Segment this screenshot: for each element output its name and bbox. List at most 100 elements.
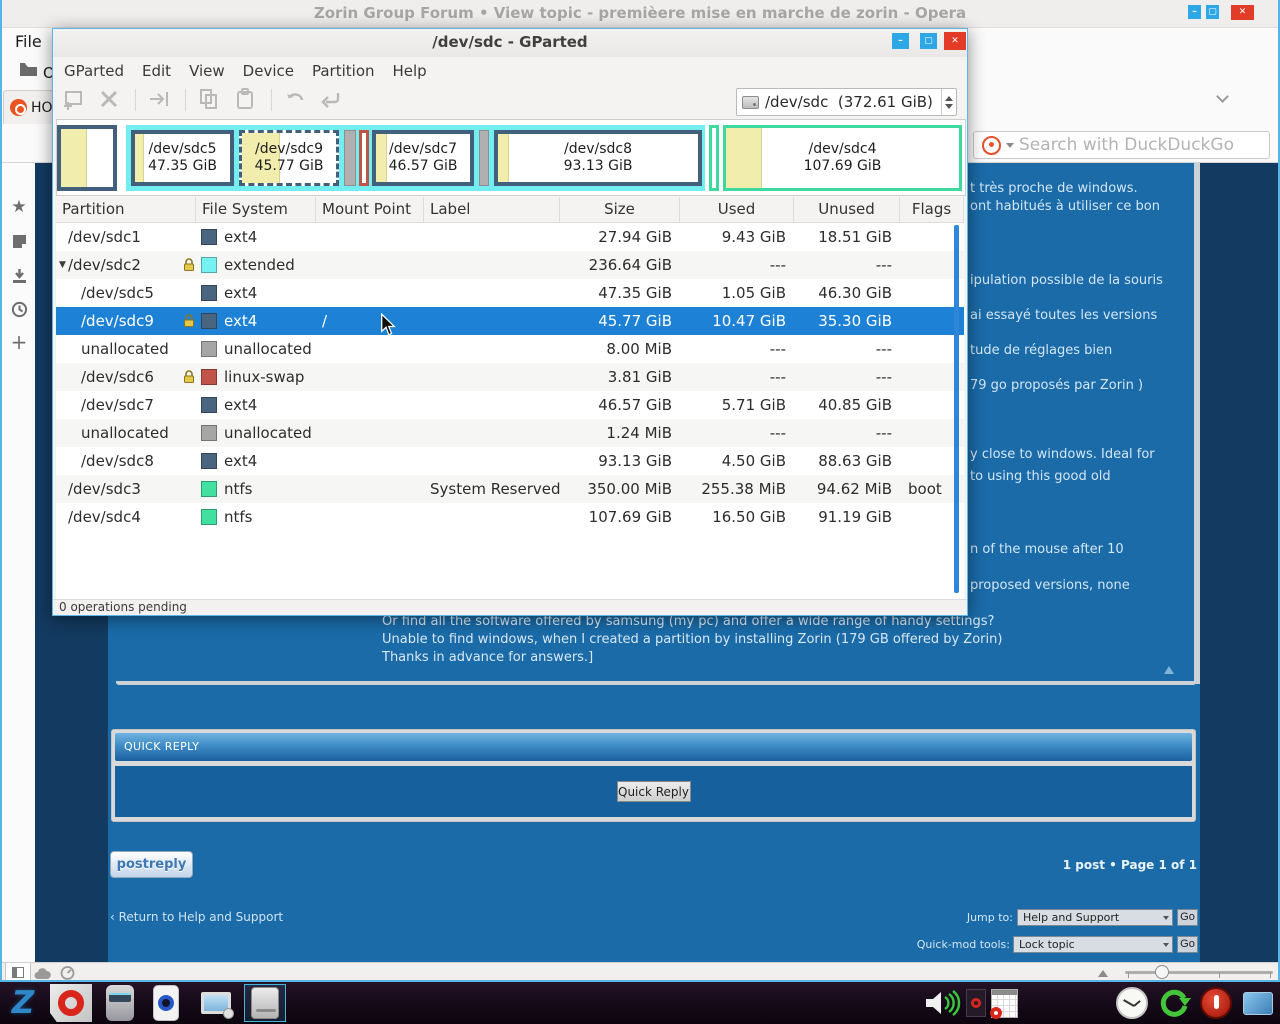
visual-partition-dev-sdc1[interactable] <box>57 125 117 191</box>
add-panel-icon[interactable]: + <box>10 333 28 351</box>
gparted-menu-help[interactable]: Help <box>384 58 436 84</box>
restart-icon <box>1157 986 1191 1020</box>
visual-partition-dev-sdc3[interactable] <box>709 125 719 191</box>
visual-partition-dev-sdc7[interactable]: /dev/sdc746.57 GiB <box>372 130 474 186</box>
filesystem-color-swatch <box>201 285 217 301</box>
opera-maximize-button[interactable]: ▢ <box>1206 5 1219 19</box>
visual-partition-dev-sdc6[interactable] <box>359 130 369 186</box>
visual-partition-dev-sdc4[interactable]: /dev/sdc4107.69 GiB <box>723 125 962 191</box>
table-row-unallocated-7[interactable]: unallocatedunallocated1.24 MiB------ <box>56 419 964 447</box>
taskbar-gparted-button[interactable] <box>244 984 286 1022</box>
jump-to-go-button[interactable]: Go <box>1177 909 1198 926</box>
table-row-dev-sdc5[interactable]: /dev/sdc5ext447.35 GiB1.05 GiB46.30 GiB <box>56 279 964 307</box>
device-spinner[interactable] <box>941 89 956 115</box>
visual-partition-dev-sdc9[interactable]: /dev/sdc945.77 GiB <box>239 130 339 186</box>
downloads-icon[interactable] <box>10 267 28 285</box>
taskbar-volume-button[interactable] <box>922 984 966 1022</box>
table-row-dev-sdc4[interactable]: /dev/sdc4ntfs107.69 GiB16.50 GiB91.19 Gi… <box>56 503 964 531</box>
taskbar-restart-button[interactable] <box>1154 984 1194 1022</box>
opera-file-menu[interactable]: File <box>15 32 42 51</box>
opera-minimize-button[interactable]: – <box>1188 5 1201 19</box>
table-row-dev-sdc2[interactable]: ▼/dev/sdc2extended236.64 GiB------ <box>56 251 964 279</box>
copy-icon[interactable] <box>197 87 223 113</box>
gparted-menu-edit[interactable]: Edit <box>133 58 180 84</box>
table-row-dev-sdc9[interactable]: /dev/sdc9ext4/45.77 GiB10.47 GiB35.30 Gi… <box>56 307 964 335</box>
gparted-titlebar[interactable]: /dev/sdc - GParted – ▢ ✕ <box>53 29 967 57</box>
table-row-dev-sdc7[interactable]: /dev/sdc7ext446.57 GiB5.71 GiB40.85 GiB <box>56 391 964 419</box>
table-scrollbar[interactable] <box>954 225 959 593</box>
return-to-help-link[interactable]: ‹ Return to Help and Support <box>110 910 283 924</box>
resize-move-icon[interactable] <box>147 87 173 113</box>
taskbar-zorin-menu-button[interactable]: Z <box>2 984 44 1022</box>
paste-icon[interactable] <box>233 87 259 113</box>
visual-partition-unallocated-6[interactable] <box>479 130 489 186</box>
gparted-menu-device[interactable]: Device <box>234 58 303 84</box>
forum-fragment-1: ont habitués à utiliser ce bon <box>970 199 1160 214</box>
quick-reply-button[interactable]: Quick Reply <box>617 781 691 802</box>
duckduckgo-icon[interactable] <box>982 136 1001 155</box>
taskbar-opera-button[interactable] <box>50 984 92 1022</box>
taskbar-shutdown-button[interactable] <box>1196 984 1236 1022</box>
column-header-size[interactable]: Size <box>560 197 680 222</box>
table-row-dev-sdc8[interactable]: /dev/sdc8ext493.13 GiB4.50 GiB88.63 GiB <box>56 447 964 475</box>
notes-icon[interactable] <box>10 233 28 251</box>
taskbar-computer-button[interactable] <box>194 984 238 1022</box>
undo-icon[interactable] <box>283 87 309 113</box>
table-row-dev-sdc6[interactable]: /dev/sdc6linux-swap3.81 GiB------ <box>56 363 964 391</box>
quickmod-go-button[interactable]: Go <box>1177 936 1198 953</box>
history-icon[interactable] <box>10 301 28 319</box>
zoom-slider-handle[interactable] <box>1155 965 1169 979</box>
zoom-slider-track[interactable] <box>1125 971 1273 974</box>
delete-partition-icon[interactable] <box>97 87 123 113</box>
filesystem-cell: unallocated <box>196 335 316 363</box>
taskbar-media-player-button[interactable] <box>146 984 186 1022</box>
column-header-flags[interactable]: Flags <box>900 197 964 222</box>
taskbar-calendar-button[interactable] <box>988 984 1020 1022</box>
chevron-down-icon[interactable] <box>1218 92 1228 102</box>
apply-icon[interactable] <box>319 87 345 113</box>
folder-icon[interactable] <box>19 62 38 81</box>
column-header-used[interactable]: Used <box>680 197 794 222</box>
filesystem-color-swatch <box>201 453 217 469</box>
bookmarks-star-icon[interactable]: ★ <box>10 198 28 216</box>
gparted-menu-view[interactable]: View <box>180 58 234 84</box>
search-input[interactable] <box>1019 135 1261 155</box>
column-header-mount-point[interactable]: Mount Point <box>316 197 424 222</box>
opera-close-button[interactable]: ✕ <box>1231 5 1254 20</box>
column-header-partition[interactable]: Partition <box>56 197 196 222</box>
quickmod-select[interactable]: Lock topic <box>1013 936 1173 953</box>
visual-partition-label: /dev/sdc893.13 GiB <box>498 134 698 182</box>
gparted-maximize-button[interactable]: ▢ <box>920 33 937 49</box>
taskbar-clock[interactable] <box>1112 984 1152 1022</box>
column-header-file-system[interactable]: File System <box>196 197 316 222</box>
gparted-close-button[interactable]: ✕ <box>944 32 966 50</box>
jump-to-select[interactable]: Help and Support <box>1017 909 1173 926</box>
taskbar-file-manager-button[interactable] <box>100 984 140 1022</box>
browser-tab[interactable]: HO <box>3 90 54 124</box>
gparted-menu-partition[interactable]: Partition <box>303 58 384 84</box>
table-row-unallocated-4[interactable]: unallocatedunallocated8.00 MiB------ <box>56 335 964 363</box>
expander-icon[interactable]: ▼ <box>59 260 66 270</box>
new-partition-icon[interactable] <box>61 87 87 113</box>
table-row-dev-sdc3[interactable]: /dev/sdc3ntfsSystem Reserved350.00 MiB25… <box>56 475 964 503</box>
quick-reply-panel: QUICK REPLY Quick Reply <box>111 729 1196 822</box>
search-bar[interactable] <box>973 131 1270 159</box>
gparted-minimize-button[interactable]: – <box>892 33 909 49</box>
device-selector[interactable]: /dev/sdc (372.61 GiB) <box>736 88 957 116</box>
taskbar-show-desktop-button[interactable] <box>1240 984 1276 1022</box>
zoom-indicator-icon[interactable] <box>1098 970 1108 977</box>
visual-partition-unallocated-3[interactable] <box>344 130 356 186</box>
taskbar-opera-notification[interactable] <box>964 984 988 1022</box>
gparted-menu-gparted[interactable]: GParted <box>55 58 133 84</box>
filesystem-cell: ext4 <box>196 391 316 419</box>
visual-partition-dev-sdc5[interactable]: /dev/sdc547.35 GiB <box>131 130 234 186</box>
search-engine-caret-icon[interactable] <box>1006 143 1014 148</box>
forum-fragment-6: y close to windows. Ideal for <box>970 447 1155 462</box>
visual-partition-dev-sdc8[interactable]: /dev/sdc893.13 GiB <box>494 130 702 186</box>
column-header-unused[interactable]: Unused <box>794 197 900 222</box>
sidebar-toggle-tab[interactable] <box>5 963 31 982</box>
back-to-top-icon[interactable] <box>1164 666 1174 674</box>
table-row-dev-sdc1[interactable]: /dev/sdc1ext427.94 GiB9.43 GiB18.51 GiB <box>56 223 964 251</box>
column-header-label[interactable]: Label <box>424 197 560 222</box>
postreply-button[interactable]: postreply <box>110 851 193 878</box>
